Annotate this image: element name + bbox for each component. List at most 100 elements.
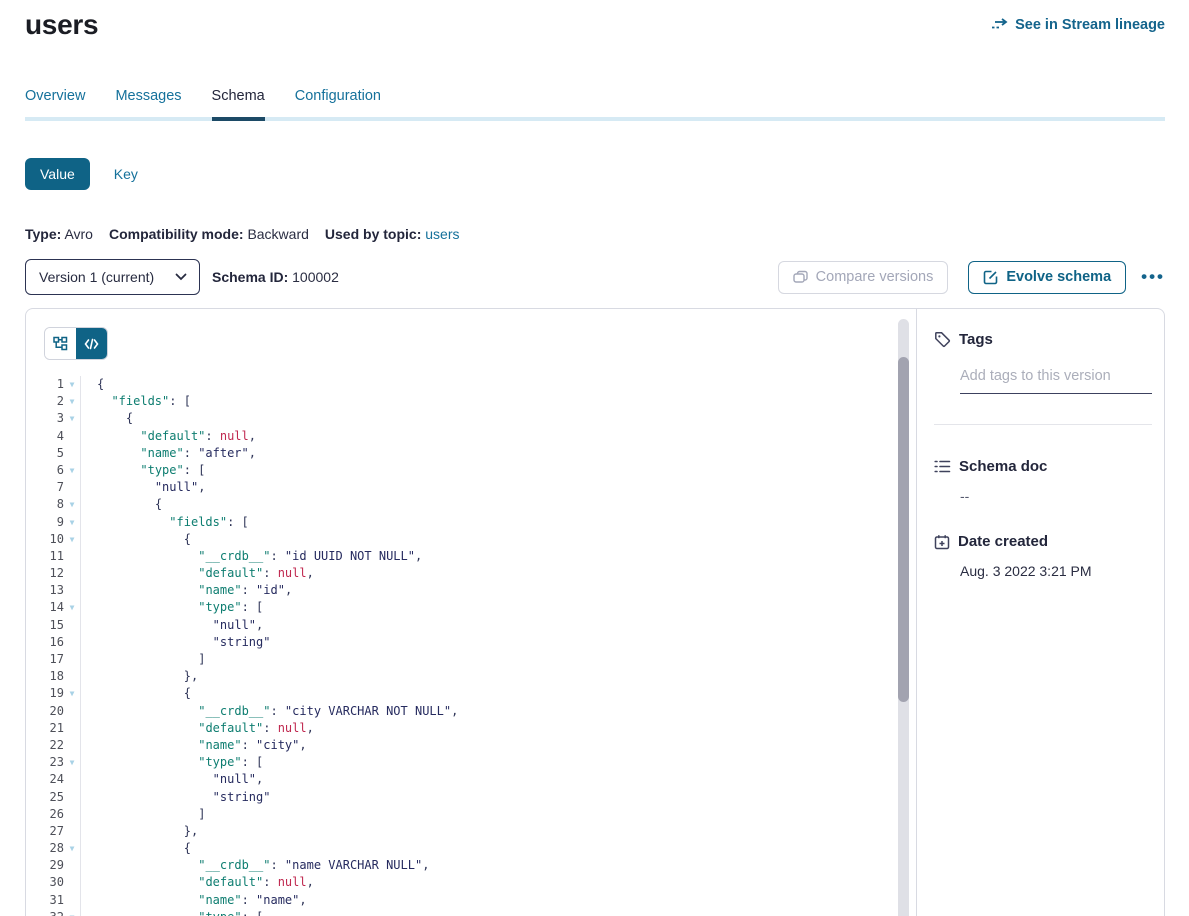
code-line: 20"__crdb__": "city VARCHAR NOT NULL",	[26, 703, 916, 720]
line-number: 26	[26, 806, 64, 823]
fold-gutter	[64, 651, 81, 668]
calendar-plus-icon	[934, 534, 950, 550]
topic-link[interactable]: users	[425, 226, 459, 242]
schema-doc-section: Schema doc --	[934, 458, 1152, 504]
code-editor[interactable]: 1▼{2▼"fields": [3▼{4"default": null,5"na…	[26, 376, 916, 916]
schema-code-pane: 1▼{2▼"fields": [3▼{4"default": null,5"na…	[26, 309, 917, 916]
fold-toggle-icon[interactable]: ▼	[64, 462, 81, 479]
fold-toggle-icon[interactable]: ▼	[64, 376, 81, 393]
fold-gutter	[64, 857, 81, 874]
compare-versions-button[interactable]: Compare versions	[778, 261, 949, 294]
fold-toggle-icon[interactable]: ▼	[64, 754, 81, 771]
code-line: 27},	[26, 823, 916, 840]
version-bar: Version 1 (current) Schema ID: 100002 Co…	[25, 259, 1165, 295]
fold-toggle-icon[interactable]: ▼	[64, 599, 81, 616]
code-view-button[interactable]	[76, 328, 107, 359]
fold-gutter	[64, 720, 81, 737]
code-line-content: },	[81, 823, 198, 840]
line-number: 9	[26, 514, 64, 531]
code-line: 2▼"fields": [	[26, 393, 916, 410]
code-line: 14▼"type": [	[26, 599, 916, 616]
compare-versions-label: Compare versions	[816, 269, 934, 285]
code-line-content: "null",	[81, 617, 263, 634]
fold-gutter	[64, 634, 81, 651]
fold-gutter	[64, 548, 81, 565]
fold-gutter	[64, 617, 81, 634]
fold-gutter	[64, 479, 81, 496]
evolve-schema-icon	[983, 270, 998, 285]
stream-lineage-link[interactable]: See in Stream lineage	[991, 17, 1165, 33]
line-number: 21	[26, 720, 64, 737]
meta-type-value: Avro	[64, 226, 93, 242]
line-number: 14	[26, 599, 64, 616]
code-line-content: "default": null,	[81, 428, 256, 445]
fold-toggle-icon[interactable]: ▼	[64, 531, 81, 548]
line-number: 31	[26, 892, 64, 909]
add-tags-input[interactable]	[960, 368, 1152, 394]
meta-compat-label: Compatibility mode:	[109, 226, 244, 242]
code-line: 23▼"type": [	[26, 754, 916, 771]
fold-gutter	[64, 582, 81, 599]
code-line: 9▼"fields": [	[26, 514, 916, 531]
fold-gutter	[64, 892, 81, 909]
schema-detail-card: 1▼{2▼"fields": [3▼{4"default": null,5"na…	[25, 308, 1165, 916]
code-line-content: {	[81, 685, 191, 702]
tab-schema[interactable]: Schema	[212, 88, 265, 117]
line-number: 23	[26, 754, 64, 771]
tree-view-button[interactable]	[45, 328, 76, 359]
fold-gutter	[64, 703, 81, 720]
code-line-content: "type": [	[81, 599, 263, 616]
code-line: 16"string"	[26, 634, 916, 651]
fold-toggle-icon[interactable]: ▼	[64, 840, 81, 857]
tab-messages[interactable]: Messages	[115, 88, 181, 117]
code-line: 3▼{	[26, 410, 916, 427]
code-line-content: "name": "id",	[81, 582, 292, 599]
fold-toggle-icon[interactable]: ▼	[64, 496, 81, 513]
code-line-content: "name": "after",	[81, 445, 256, 462]
code-line-content: "string"	[81, 789, 270, 806]
code-line: 11"__crdb__": "id UUID NOT NULL",	[26, 548, 916, 565]
tree-view-icon	[53, 336, 68, 351]
fold-toggle-icon[interactable]: ▼	[64, 410, 81, 427]
fold-toggle-icon[interactable]: ▼	[64, 514, 81, 531]
fold-gutter	[64, 668, 81, 685]
code-line-content: {	[81, 410, 133, 427]
fold-gutter	[64, 771, 81, 788]
tags-section: Tags	[934, 331, 1152, 394]
fold-gutter	[64, 737, 81, 754]
more-actions-button[interactable]: •••	[1141, 267, 1165, 287]
value-toggle-button[interactable]: Value	[25, 158, 90, 190]
line-number: 29	[26, 857, 64, 874]
tab-configuration[interactable]: Configuration	[295, 88, 381, 117]
sidebar-divider	[934, 424, 1152, 425]
tab-overview[interactable]: Overview	[25, 88, 85, 117]
evolve-schema-button[interactable]: Evolve schema	[968, 261, 1126, 294]
stream-lineage-label: See in Stream lineage	[1015, 17, 1165, 33]
line-number: 2	[26, 393, 64, 410]
code-line-content: "default": null,	[81, 874, 314, 891]
schema-id: Schema ID: 100002	[212, 269, 339, 285]
version-select-value: Version 1 (current)	[39, 269, 154, 285]
code-line-content: "string"	[81, 634, 270, 651]
code-line-content: ]	[81, 651, 205, 668]
code-line-content: ]	[81, 806, 205, 823]
line-number: 28	[26, 840, 64, 857]
fold-toggle-icon[interactable]: ▼	[64, 393, 81, 410]
code-line: 1▼{	[26, 376, 916, 393]
line-number: 18	[26, 668, 64, 685]
version-select[interactable]: Version 1 (current)	[25, 259, 200, 295]
schema-doc-heading: Schema doc	[934, 458, 1152, 475]
fold-gutter	[64, 565, 81, 582]
code-scrollbar-track[interactable]	[898, 319, 909, 916]
line-number: 10	[26, 531, 64, 548]
tab-bar: Overview Messages Schema Configuration	[25, 88, 1165, 121]
code-scrollbar-thumb[interactable]	[898, 357, 909, 702]
fold-toggle-icon[interactable]: ▼	[64, 909, 81, 916]
key-toggle-button[interactable]: Key	[114, 166, 138, 182]
schema-sidebar: Tags Schema doc --	[917, 309, 1164, 916]
page-title: users	[25, 9, 98, 41]
fold-toggle-icon[interactable]: ▼	[64, 685, 81, 702]
tags-heading: Tags	[934, 331, 1152, 348]
code-line: 12"default": null,	[26, 565, 916, 582]
code-line: 15"null",	[26, 617, 916, 634]
